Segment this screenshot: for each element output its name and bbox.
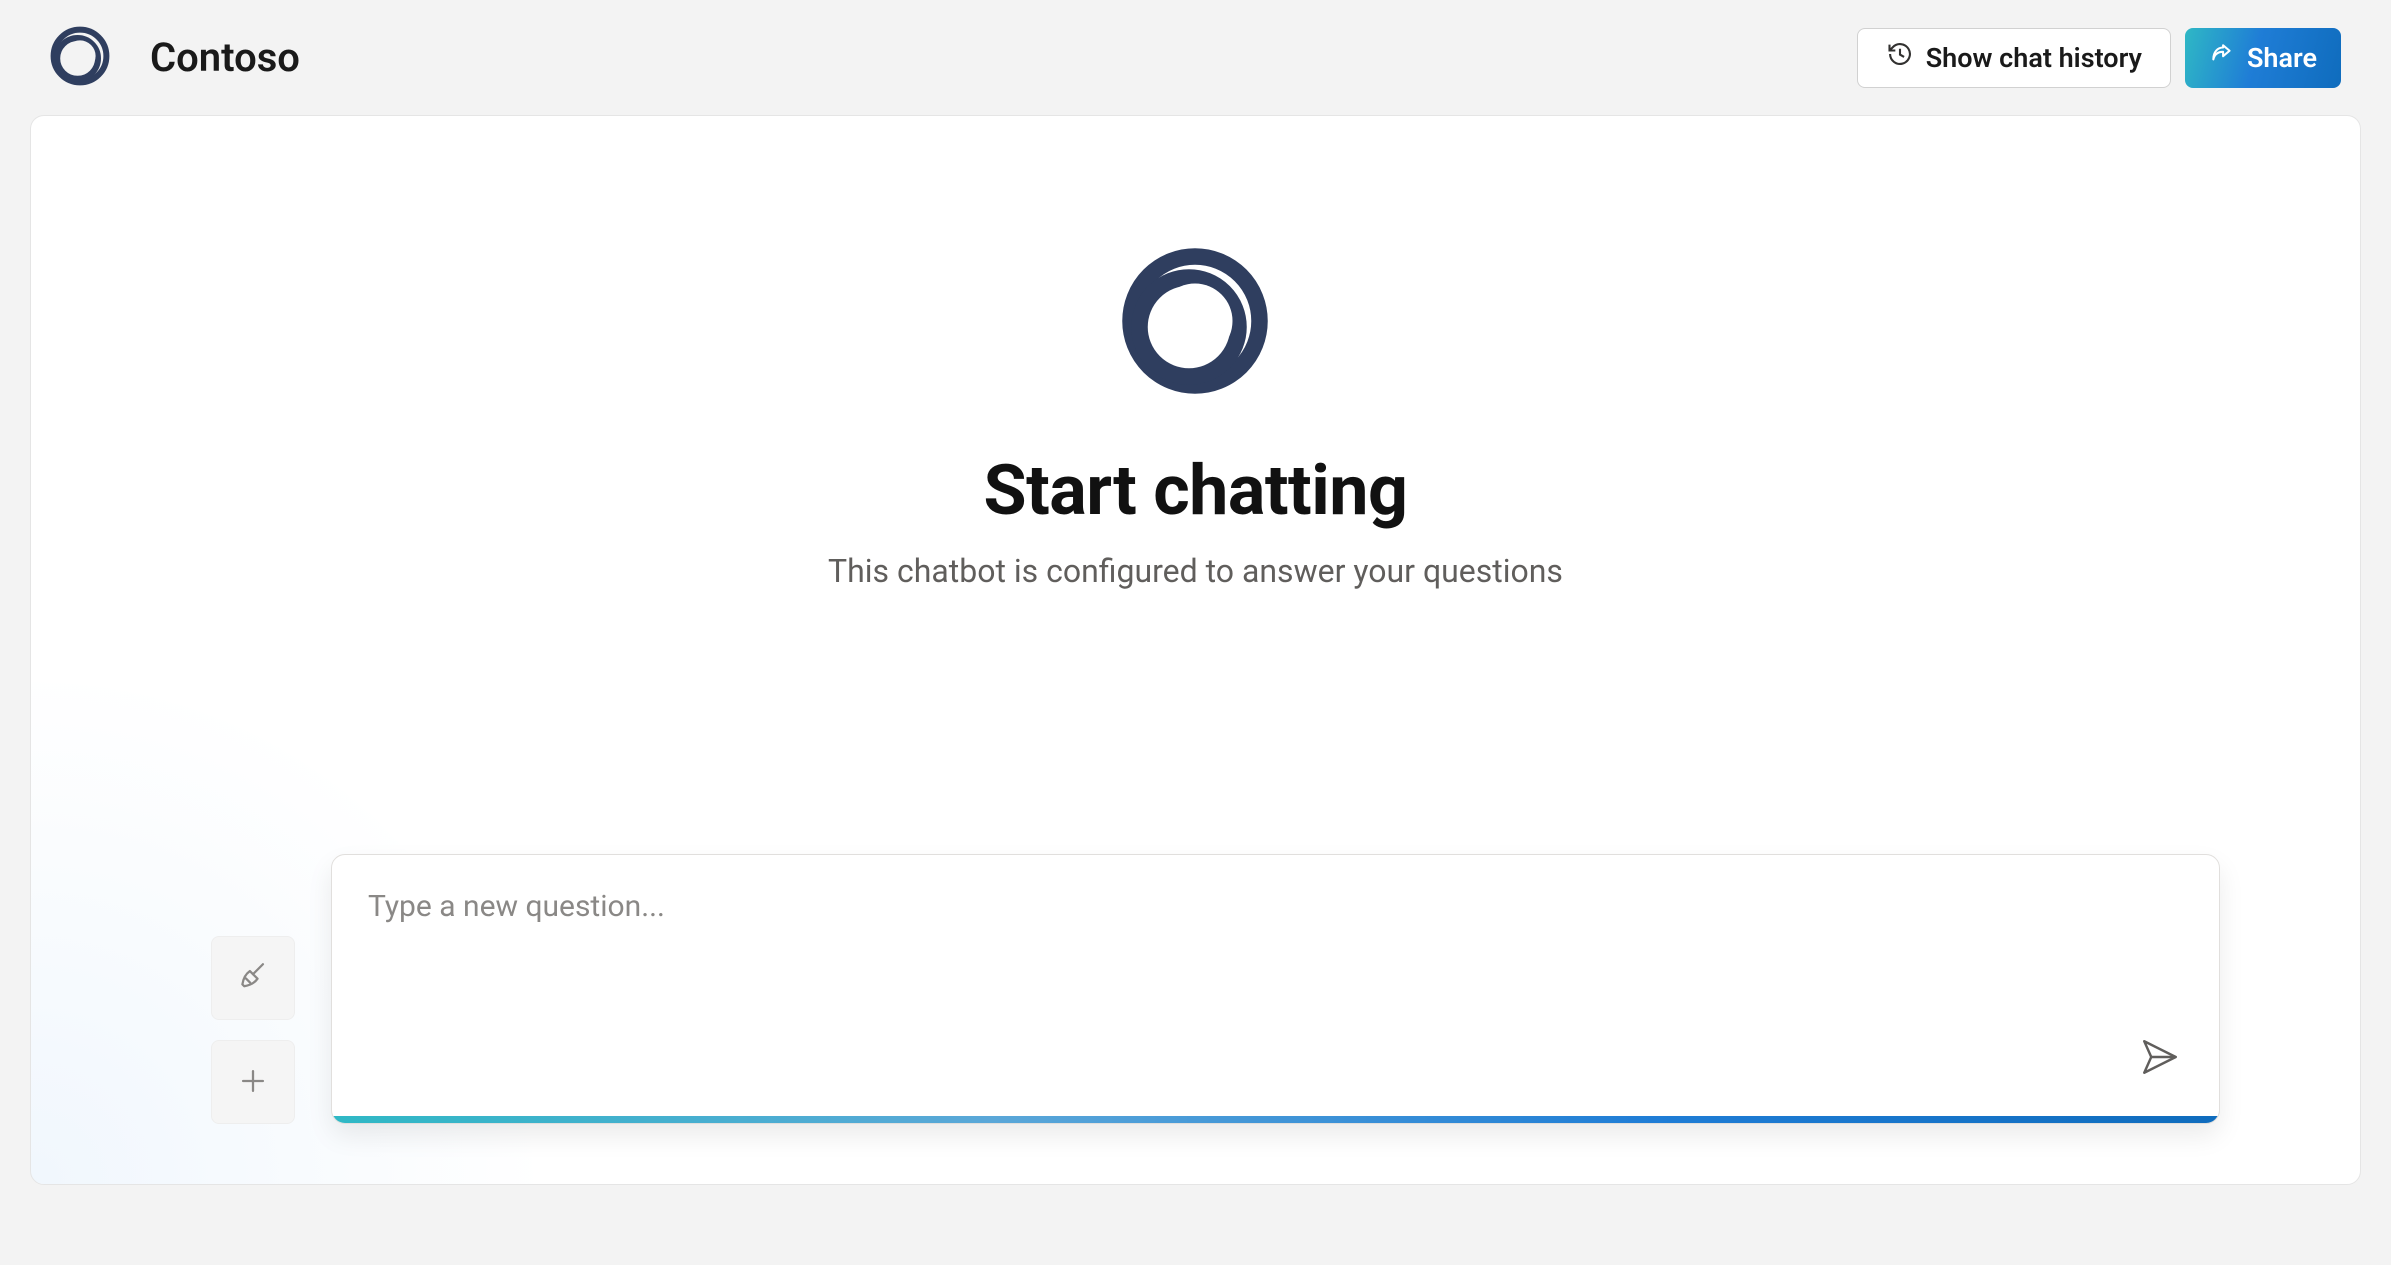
hero-logo-icon xyxy=(1120,246,1270,400)
hero-title: Start chatting xyxy=(984,450,1408,532)
share-icon xyxy=(2209,41,2235,74)
header-right: Show chat history Share xyxy=(1857,28,2341,88)
send-button[interactable] xyxy=(2135,1033,2185,1083)
hero-subtitle: This chatbot is configured to answer you… xyxy=(828,552,1563,590)
share-label: Share xyxy=(2247,42,2317,74)
composer-gradient-bar xyxy=(332,1116,2219,1123)
show-chat-history-button[interactable]: Show chat history xyxy=(1857,28,2171,88)
brand-name: Contoso xyxy=(150,34,300,81)
send-icon xyxy=(2139,1036,2181,1081)
history-icon xyxy=(1886,40,1914,75)
chat-input[interactable] xyxy=(332,855,2219,1116)
hero: Start chatting This chatbot is configure… xyxy=(828,246,1563,590)
header-left: Contoso xyxy=(50,26,300,90)
header: Contoso Show chat history Share xyxy=(30,20,2361,115)
chat-input-container xyxy=(331,854,2220,1124)
brand-logo-icon xyxy=(50,26,110,90)
main-card: Start chatting This chatbot is configure… xyxy=(30,115,2361,1185)
show-chat-history-label: Show chat history xyxy=(1926,42,2142,74)
composer-row xyxy=(31,854,2360,1124)
share-button[interactable]: Share xyxy=(2185,28,2341,88)
